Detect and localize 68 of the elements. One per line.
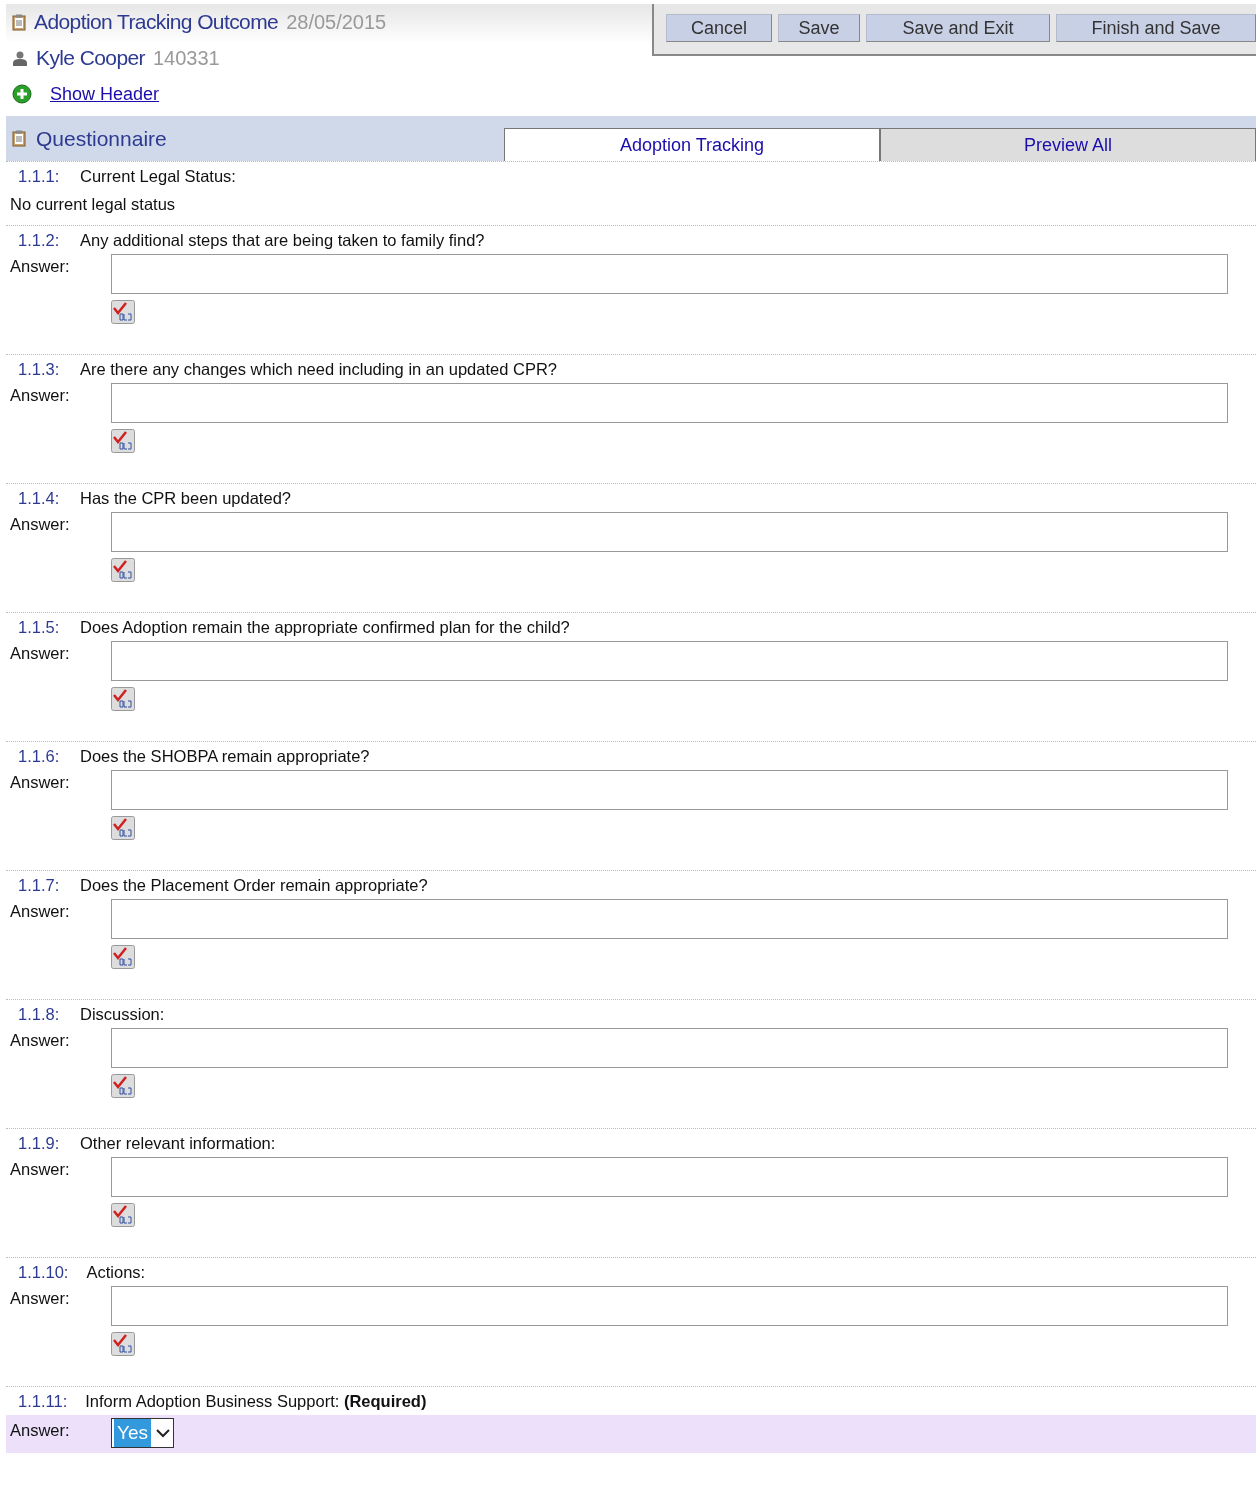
- question-number: 1.1.9:: [17, 1132, 61, 1153]
- toolbar-button[interactable]: Save: [778, 14, 860, 42]
- spellcheck-icon[interactable]: [111, 943, 135, 968]
- answer-field[interactable]: [111, 1285, 1228, 1326]
- answer-label: Answer:: [10, 255, 71, 277]
- show-header-link[interactable]: Show Header: [50, 80, 160, 108]
- spellcheck-icon[interactable]: [111, 298, 135, 323]
- question-number: 1.1.7:: [17, 874, 61, 895]
- question-number: 1.1.8:: [17, 1003, 61, 1024]
- person-name: Kyle Cooper: [36, 45, 145, 72]
- toolbar-button[interactable]: Save and Exit: [866, 14, 1050, 42]
- question-text: Does Adoption remain the appropriate confirmed plan for the child?: [80, 616, 570, 637]
- question-text: Does the SHOBPA remain appropriate?: [80, 745, 370, 766]
- answer-label: Answer:: [10, 1419, 71, 1441]
- spellcheck-icon[interactable]: [111, 1072, 135, 1097]
- question-number: 1.1.5:: [17, 616, 61, 637]
- answer-field[interactable]: [111, 1027, 1228, 1068]
- question-text: Are there any changes which need including in an updated CPR?: [80, 358, 557, 379]
- answer-label: Answer:: [10, 900, 71, 922]
- question-text: Other relevant information:: [80, 1132, 276, 1153]
- section-title: Questionnaire: [36, 125, 167, 152]
- question-number: 1.1.2:: [17, 229, 61, 250]
- answer-label: Answer:: [10, 513, 71, 535]
- answer-label: Answer:: [10, 1158, 71, 1180]
- spellcheck-icon[interactable]: [111, 427, 135, 452]
- person-id: 140331: [152, 46, 220, 71]
- question-text: Current Legal Status:: [80, 166, 236, 186]
- question-text: Actions:: [86, 1261, 146, 1282]
- question-number: 1.1.4:: [17, 487, 61, 508]
- answer-field[interactable]: [111, 769, 1228, 810]
- form-date: 28/05/2015: [286, 10, 387, 35]
- spellcheck-icon[interactable]: [111, 1201, 135, 1226]
- question-text: Any additional steps that are being taken to family find?: [80, 229, 485, 250]
- answer-label: Answer:: [10, 1029, 71, 1051]
- answer-label: Answer:: [10, 1287, 71, 1309]
- answer-text: No current legal status: [10, 194, 177, 215]
- spellcheck-icon[interactable]: [111, 556, 135, 581]
- clipboard-icon: [12, 130, 26, 147]
- question-number: 1.1.3:: [17, 358, 61, 379]
- spellcheck-icon[interactable]: [111, 685, 135, 710]
- question-number: 1.1.6:: [17, 745, 61, 766]
- spellcheck-icon[interactable]: [111, 1330, 135, 1355]
- answer-label: Answer:: [10, 771, 71, 793]
- tab[interactable]: Preview All: [880, 128, 1256, 161]
- question-text: Has the CPR been updated?: [80, 487, 291, 508]
- answer-field[interactable]: [111, 382, 1228, 423]
- caret-icon: [155, 1426, 171, 1439]
- answer-field[interactable]: [111, 898, 1228, 939]
- question-text: Does the Placement Order remain appropriate?: [80, 874, 428, 895]
- question-number: 1.1.11:: [17, 1390, 68, 1411]
- clipboard-icon: [12, 13, 26, 31]
- spellcheck-icon[interactable]: [111, 814, 135, 839]
- answer-field[interactable]: [111, 1156, 1228, 1197]
- tab[interactable]: Adoption Tracking: [504, 128, 880, 161]
- question-text: Inform Adoption Business Support: (Required): [85, 1390, 427, 1411]
- question-number: 1.1.10:: [17, 1261, 69, 1282]
- person-icon: [12, 50, 28, 66]
- answer-field[interactable]: [111, 640, 1228, 681]
- toolbar-button[interactable]: Cancel: [666, 14, 772, 42]
- question-number: 1.1.1:: [17, 166, 61, 186]
- form-title: Adoption Tracking Outcome: [34, 9, 279, 36]
- answer-label: Answer:: [10, 642, 71, 664]
- toolbar-button[interactable]: Finish and Save: [1056, 14, 1256, 42]
- add-icon: [12, 84, 32, 104]
- answer-field[interactable]: [111, 511, 1228, 552]
- answer-field[interactable]: [111, 253, 1228, 294]
- question-text: Discussion:: [80, 1003, 165, 1024]
- answer-label: Answer:: [10, 384, 71, 406]
